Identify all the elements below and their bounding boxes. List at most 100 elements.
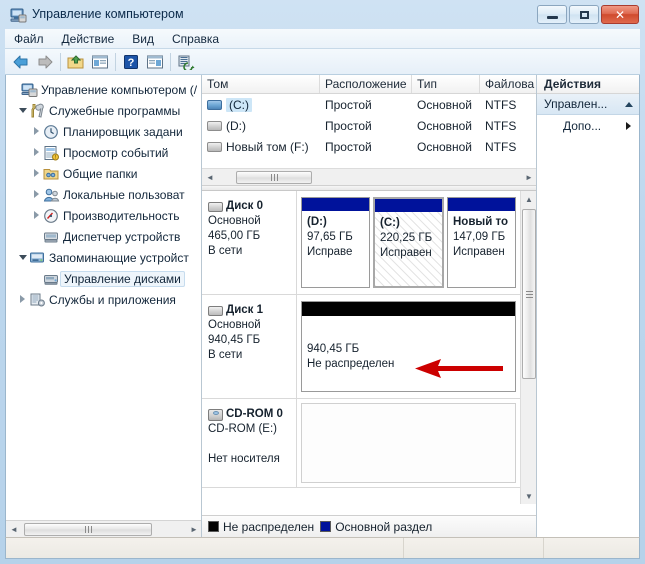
tree-twisty-closed[interactable] xyxy=(32,168,43,179)
refresh-icon[interactable] xyxy=(174,51,198,73)
volume-layout: Простой xyxy=(320,98,412,112)
action-item-more[interactable]: Допо... xyxy=(537,115,639,137)
maximize-button[interactable] xyxy=(569,5,599,24)
tree-item-storage[interactable]: Запоминающие устройст xyxy=(6,247,202,268)
tree-item-computer-management[interactable]: Управление компьютером (/ xyxy=(6,79,202,100)
tree-item-disk-management[interactable]: Управление дисками xyxy=(6,268,202,289)
partition-d[interactable]: (D:) 97,65 ГБ Исправе xyxy=(301,197,370,288)
partition-c[interactable]: (C:) 220,25 ГБ Исправен xyxy=(373,197,444,288)
scroll-left-icon[interactable]: ◄ xyxy=(202,170,218,185)
tree-item-event-viewer[interactable]: ! Просмотр событий xyxy=(6,142,202,163)
volume-filesystem: NTFS xyxy=(480,119,537,133)
forward-arrow-icon[interactable] xyxy=(33,51,57,73)
graphical-disk-view: Диск 0 Основной 465,00 ГБ В сети (D:) xyxy=(202,191,537,504)
scroll-track[interactable] xyxy=(22,522,186,537)
show-action-pane-icon[interactable] xyxy=(143,51,167,73)
disk-row-1[interactable]: Диск 1 Основной 940,45 ГБ В сети 940,45 … xyxy=(202,295,520,399)
shared-folder-icon xyxy=(43,166,60,182)
show-pane-icon[interactable] xyxy=(88,51,112,73)
legend-item-primary: Основной раздел xyxy=(320,520,432,534)
minimize-icon xyxy=(538,6,566,23)
tree-twisty xyxy=(32,231,43,242)
scroll-down-icon[interactable]: ▼ xyxy=(521,488,537,504)
tree-twisty-closed[interactable] xyxy=(32,126,43,137)
tree-twisty-open[interactable] xyxy=(18,105,29,116)
status-segment-main xyxy=(6,538,404,558)
chevron-right-icon[interactable] xyxy=(626,122,631,130)
partition-label: Новый то xyxy=(453,216,508,228)
tree-item-label: Управление компьютером (/ xyxy=(41,83,197,97)
tree-item-label: Общие папки xyxy=(63,167,137,181)
tree-horizontal-scrollbar[interactable]: ◄ ► xyxy=(6,520,202,537)
help-icon[interactable]: ? xyxy=(119,51,143,73)
disk-name: Диск 0 xyxy=(226,199,263,214)
tree-item-shared-folders[interactable]: Общие папки xyxy=(6,163,202,184)
tree-twisty-closed[interactable] xyxy=(32,189,43,200)
menu-item-action[interactable]: Действие xyxy=(53,30,124,48)
scroll-thumb[interactable] xyxy=(236,171,312,184)
partition-color-band xyxy=(448,198,515,211)
legend-item-unallocated: Не распределен xyxy=(208,520,314,534)
volume-list-horizontal-scrollbar[interactable]: ◄ ► xyxy=(202,168,537,185)
disk-icon xyxy=(208,306,223,316)
scroll-right-icon[interactable]: ► xyxy=(186,522,202,537)
menu-item-view[interactable]: Вид xyxy=(123,30,163,48)
column-header-type[interactable]: Тип xyxy=(412,75,480,93)
performance-icon xyxy=(43,208,60,224)
cdrom-row[interactable]: CD-ROM 0 CD-ROM (E:) Нет носителя xyxy=(202,399,520,488)
graphical-view-vertical-scrollbar[interactable]: ▲ ▼ xyxy=(520,191,537,504)
tree-twisty-closed[interactable] xyxy=(32,210,43,221)
volume-type: Основной xyxy=(412,119,480,133)
volume-name: (D:) xyxy=(226,119,246,133)
column-header-layout[interactable]: Расположение xyxy=(320,75,412,93)
partition-f[interactable]: Новый то 147,09 ГБ Исправен xyxy=(447,197,516,288)
scroll-left-icon[interactable]: ◄ xyxy=(6,522,22,537)
legend: Не распределен Основной раздел xyxy=(202,515,537,537)
partition-unallocated[interactable]: 940,45 ГБ Не распределен xyxy=(301,301,516,392)
actions-group-disk-management[interactable]: Управлен... xyxy=(537,94,639,115)
scroll-thumb[interactable] xyxy=(24,523,152,536)
tree-twisty-closed[interactable] xyxy=(32,147,43,158)
table-row[interactable]: (C:) Простой Основной NTFS xyxy=(202,94,537,115)
table-row[interactable]: Новый том (F:) Простой Основной NTFS xyxy=(202,136,537,157)
tree-item-system-tools[interactable]: Служебные программы xyxy=(6,100,202,121)
tree-item-device-manager[interactable]: Диспетчер устройств xyxy=(6,226,202,247)
tree-item-local-users[interactable]: Локальные пользоват xyxy=(6,184,202,205)
maximize-icon xyxy=(570,6,598,23)
console-tree-pane: Управление компьютером (/ Служебные прог… xyxy=(6,75,202,537)
actions-header: Действия xyxy=(537,75,639,94)
toolbar-separator xyxy=(170,53,171,71)
column-header-volume[interactable]: Том xyxy=(202,75,320,93)
legend-swatch-unallocated xyxy=(208,521,219,532)
tree-item-performance[interactable]: Производительность xyxy=(6,205,202,226)
minimize-button[interactable] xyxy=(537,5,567,24)
menu-item-file[interactable]: Файл xyxy=(5,30,53,48)
up-folder-icon[interactable] xyxy=(64,51,88,73)
scroll-thumb[interactable] xyxy=(522,209,536,379)
disk-row-0[interactable]: Диск 0 Основной 465,00 ГБ В сети (D:) xyxy=(202,191,520,295)
legend-label: Не распределен xyxy=(223,520,314,534)
disk-partitions-0: (D:) 97,65 ГБ Исправе (C:) 220,25 ГБ xyxy=(297,191,520,294)
partition-size: 220,25 ГБ xyxy=(380,232,432,244)
toolbar: ? xyxy=(5,49,640,75)
back-arrow-icon[interactable] xyxy=(9,51,33,73)
column-header-filesystem[interactable]: Файлова xyxy=(480,75,537,93)
close-icon: ✕ xyxy=(602,6,638,23)
tree-item-task-scheduler[interactable]: Планировщик задани xyxy=(6,121,202,142)
drive-icon-blue xyxy=(207,100,222,110)
tree-item-services-applications[interactable]: Службы и приложения xyxy=(6,289,202,310)
tree-twisty-open[interactable] xyxy=(18,252,29,263)
menu-item-help[interactable]: Справка xyxy=(163,30,228,48)
scroll-up-icon[interactable]: ▲ xyxy=(521,191,537,207)
chevron-up-icon[interactable] xyxy=(625,102,633,107)
volume-filesystem: NTFS xyxy=(480,140,537,154)
scroll-track[interactable] xyxy=(218,170,521,185)
drive-icon-gray xyxy=(207,121,222,131)
tree-twisty-closed[interactable] xyxy=(18,294,29,305)
legend-swatch-primary xyxy=(320,521,331,532)
volume-name: (C:) xyxy=(226,98,252,112)
svg-text:?: ? xyxy=(128,57,135,69)
scroll-right-icon[interactable]: ► xyxy=(521,170,537,185)
close-button[interactable]: ✕ xyxy=(601,5,639,24)
table-row[interactable]: (D:) Простой Основной NTFS xyxy=(202,115,537,136)
